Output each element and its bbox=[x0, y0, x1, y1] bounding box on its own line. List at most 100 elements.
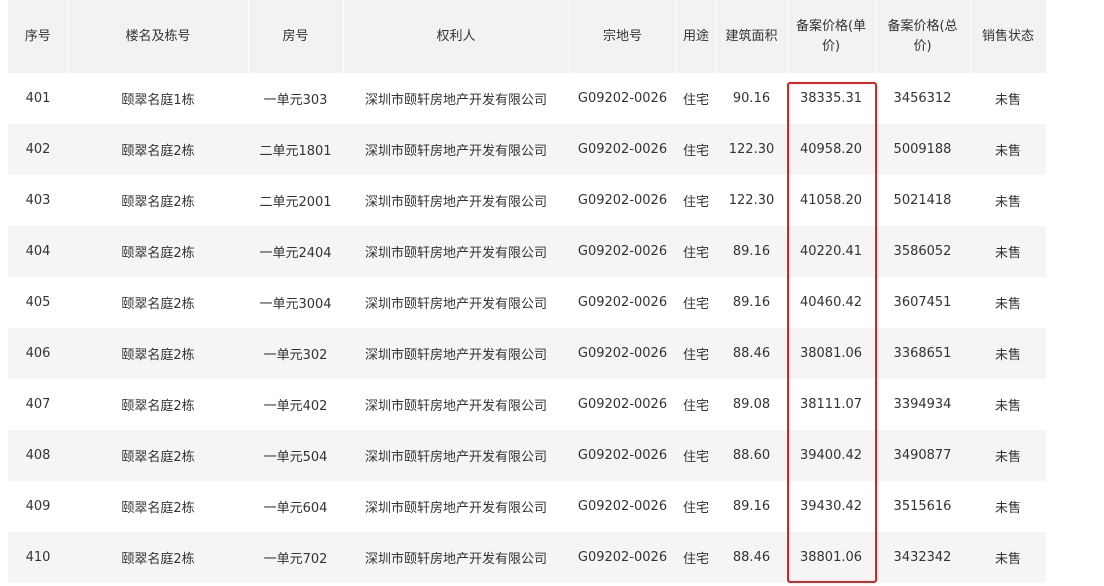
cell-status: 未售 bbox=[970, 226, 1046, 277]
cell-area: 88.60 bbox=[716, 430, 787, 481]
cell-unit-price: 38335.31 bbox=[787, 73, 875, 124]
cell-room: 二单元2001 bbox=[248, 175, 343, 226]
cell-unit-price: 39430.42 bbox=[787, 481, 875, 532]
cell-parcel: G09202-0026 bbox=[569, 73, 676, 124]
header-seq: 序号 bbox=[8, 0, 69, 73]
header-unit-price: 备案价格(单价) bbox=[787, 0, 876, 73]
cell-parcel: G09202-0026 bbox=[569, 430, 676, 481]
table-row: 401 颐翠名庭1栋 一单元303 深圳市颐轩房地产开发有限公司 G09202-… bbox=[8, 73, 1046, 124]
cell-use: 住宅 bbox=[676, 532, 716, 583]
table-header-row: 序号 楼名及栋号 房号 权利人 宗地号 用途 建筑面积 备案价格(单价) 备案价… bbox=[8, 0, 1047, 73]
cell-seq: 409 bbox=[8, 481, 68, 532]
cell-room: 一单元604 bbox=[248, 481, 343, 532]
cell-building: 颐翠名庭2栋 bbox=[68, 328, 248, 379]
cell-room: 一单元402 bbox=[248, 379, 343, 430]
cell-parcel: G09202-0026 bbox=[569, 277, 676, 328]
header-area: 建筑面积 bbox=[716, 0, 788, 73]
cell-parcel: G09202-0026 bbox=[569, 175, 676, 226]
header-status: 销售状态 bbox=[970, 0, 1047, 73]
cell-area: 89.16 bbox=[716, 277, 787, 328]
cell-use: 住宅 bbox=[676, 124, 716, 175]
cell-parcel: G09202-0026 bbox=[569, 226, 676, 277]
cell-seq: 410 bbox=[8, 532, 68, 583]
cell-use: 住宅 bbox=[676, 379, 716, 430]
cell-building: 颐翠名庭2栋 bbox=[68, 430, 248, 481]
cell-area: 88.46 bbox=[716, 532, 787, 583]
cell-use: 住宅 bbox=[676, 430, 716, 481]
cell-use: 住宅 bbox=[676, 481, 716, 532]
cell-owner: 深圳市颐轩房地产开发有限公司 bbox=[343, 124, 569, 175]
cell-total-price: 3607451 bbox=[875, 277, 970, 328]
cell-use: 住宅 bbox=[676, 328, 716, 379]
cell-status: 未售 bbox=[970, 124, 1046, 175]
cell-status: 未售 bbox=[970, 328, 1046, 379]
cell-room: 一单元702 bbox=[248, 532, 343, 583]
cell-seq: 401 bbox=[8, 73, 68, 124]
table-row: 408 颐翠名庭2栋 一单元504 深圳市颐轩房地产开发有限公司 G09202-… bbox=[8, 430, 1046, 481]
cell-total-price: 3515616 bbox=[875, 481, 970, 532]
cell-room: 一单元2404 bbox=[248, 226, 343, 277]
cell-owner: 深圳市颐轩房地产开发有限公司 bbox=[343, 73, 569, 124]
cell-area: 122.30 bbox=[716, 175, 787, 226]
table-row: 404 颐翠名庭2栋 一单元2404 深圳市颐轩房地产开发有限公司 G09202… bbox=[8, 226, 1046, 277]
cell-room: 二单元1801 bbox=[248, 124, 343, 175]
listing-table: 序号 楼名及栋号 房号 权利人 宗地号 用途 建筑面积 备案价格(单价) 备案价… bbox=[8, 0, 1047, 583]
cell-building: 颐翠名庭2栋 bbox=[68, 175, 248, 226]
cell-seq: 404 bbox=[8, 226, 68, 277]
cell-total-price: 5021418 bbox=[875, 175, 970, 226]
cell-unit-price: 41058.20 bbox=[787, 175, 875, 226]
cell-seq: 402 bbox=[8, 124, 68, 175]
cell-owner: 深圳市颐轩房地产开发有限公司 bbox=[343, 481, 569, 532]
cell-owner: 深圳市颐轩房地产开发有限公司 bbox=[343, 430, 569, 481]
header-parcel: 宗地号 bbox=[569, 0, 677, 73]
cell-unit-price: 38111.07 bbox=[787, 379, 875, 430]
cell-owner: 深圳市颐轩房地产开发有限公司 bbox=[343, 277, 569, 328]
cell-building: 颐翠名庭2栋 bbox=[68, 379, 248, 430]
cell-area: 90.16 bbox=[716, 73, 787, 124]
table-row: 403 颐翠名庭2栋 二单元2001 深圳市颐轩房地产开发有限公司 G09202… bbox=[8, 175, 1046, 226]
cell-owner: 深圳市颐轩房地产开发有限公司 bbox=[343, 328, 569, 379]
header-room: 房号 bbox=[248, 0, 344, 73]
cell-status: 未售 bbox=[970, 379, 1046, 430]
cell-area: 89.16 bbox=[716, 481, 787, 532]
cell-seq: 407 bbox=[8, 379, 68, 430]
cell-owner: 深圳市颐轩房地产开发有限公司 bbox=[343, 532, 569, 583]
cell-area: 88.46 bbox=[716, 328, 787, 379]
header-use: 用途 bbox=[676, 0, 717, 73]
cell-room: 一单元3004 bbox=[248, 277, 343, 328]
cell-seq: 405 bbox=[8, 277, 68, 328]
cell-total-price: 3490877 bbox=[875, 430, 970, 481]
cell-area: 122.30 bbox=[716, 124, 787, 175]
cell-unit-price: 39400.42 bbox=[787, 430, 875, 481]
cell-use: 住宅 bbox=[676, 73, 716, 124]
cell-total-price: 3586052 bbox=[875, 226, 970, 277]
table-row: 410 颐翠名庭2栋 一单元702 深圳市颐轩房地产开发有限公司 G09202-… bbox=[8, 532, 1046, 583]
table-row: 409 颐翠名庭2栋 一单元604 深圳市颐轩房地产开发有限公司 G09202-… bbox=[8, 481, 1046, 532]
table-row: 405 颐翠名庭2栋 一单元3004 深圳市颐轩房地产开发有限公司 G09202… bbox=[8, 277, 1046, 328]
cell-seq: 403 bbox=[8, 175, 68, 226]
cell-owner: 深圳市颐轩房地产开发有限公司 bbox=[343, 175, 569, 226]
cell-seq: 408 bbox=[8, 430, 68, 481]
table-row: 407 颐翠名庭2栋 一单元402 深圳市颐轩房地产开发有限公司 G09202-… bbox=[8, 379, 1046, 430]
cell-unit-price: 38081.06 bbox=[787, 328, 875, 379]
cell-status: 未售 bbox=[970, 430, 1046, 481]
cell-total-price: 5009188 bbox=[875, 124, 970, 175]
cell-use: 住宅 bbox=[676, 277, 716, 328]
cell-status: 未售 bbox=[970, 277, 1046, 328]
cell-total-price: 3432342 bbox=[875, 532, 970, 583]
cell-parcel: G09202-0026 bbox=[569, 328, 676, 379]
cell-status: 未售 bbox=[970, 175, 1046, 226]
table-row: 406 颐翠名庭2栋 一单元302 深圳市颐轩房地产开发有限公司 G09202-… bbox=[8, 328, 1046, 379]
cell-owner: 深圳市颐轩房地产开发有限公司 bbox=[343, 379, 569, 430]
cell-parcel: G09202-0026 bbox=[569, 124, 676, 175]
cell-unit-price: 40958.20 bbox=[787, 124, 875, 175]
cell-unit-price: 40460.42 bbox=[787, 277, 875, 328]
cell-parcel: G09202-0026 bbox=[569, 532, 676, 583]
cell-building: 颐翠名庭2栋 bbox=[68, 277, 248, 328]
header-owner: 权利人 bbox=[343, 0, 570, 73]
cell-seq: 406 bbox=[8, 328, 68, 379]
cell-total-price: 3368651 bbox=[875, 328, 970, 379]
cell-area: 89.16 bbox=[716, 226, 787, 277]
cell-building: 颐翠名庭2栋 bbox=[68, 481, 248, 532]
cell-building: 颐翠名庭2栋 bbox=[68, 226, 248, 277]
